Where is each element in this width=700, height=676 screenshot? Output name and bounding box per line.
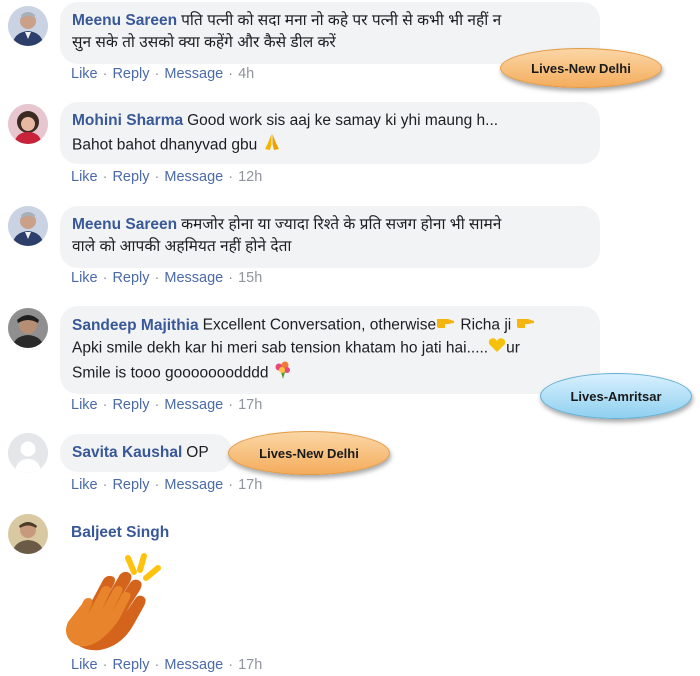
comment-text: वाले को आपकी अहमियत नहीं होने देता <box>72 238 292 255</box>
comment-actions: Like · Reply · Message · 17h <box>71 477 263 493</box>
folded-hands-emoji <box>262 132 282 159</box>
like-link[interactable]: Like <box>71 477 98 493</box>
avatar[interactable] <box>8 308 48 348</box>
avatar[interactable] <box>8 104 48 144</box>
comment-author[interactable]: Mohini Sharma <box>72 112 183 129</box>
like-link[interactable]: Like <box>71 169 98 185</box>
avatar[interactable] <box>8 6 48 46</box>
message-link[interactable]: Message <box>164 66 223 82</box>
like-link[interactable]: Like <box>71 657 98 673</box>
reply-link[interactable]: Reply <box>112 657 149 673</box>
comment-actions: Like · Reply · Message · 15h <box>71 270 263 286</box>
reply-link[interactable]: Reply <box>112 66 149 82</box>
message-link[interactable]: Message <box>164 477 223 493</box>
comment-text: Good work sis aaj ke samay ki yhi maung … <box>187 112 499 129</box>
like-link[interactable]: Like <box>71 270 98 286</box>
comment-text: Smile is tooo gooooooodddd <box>72 364 269 382</box>
comment-author[interactable]: Baljeet Singh <box>71 524 169 542</box>
message-link[interactable]: Message <box>164 657 223 673</box>
comment-bubble: Sandeep Majithia Excellent Conversation, … <box>60 306 600 394</box>
reply-link[interactable]: Reply <box>112 270 149 286</box>
comment-text: सुन सके तो उसको क्या कहेंगे और कैसे डील … <box>72 34 336 51</box>
message-link[interactable]: Message <box>164 397 223 413</box>
comment-time[interactable]: 4h <box>238 66 254 82</box>
location-callout: Lives-New Delhi <box>228 431 390 475</box>
comment-text: Apki smile dekh kar hi meri sab tension … <box>72 339 489 357</box>
comment-time[interactable]: 17h <box>238 477 262 493</box>
comment-text: कमजोर होना या ज्यादा रिश्ते के प्रति सजग… <box>181 216 502 233</box>
comment-text: Bahot bahot dhanyvad gbu <box>72 136 258 154</box>
comment-actions: Like · Reply · Message · 4h <box>71 66 255 82</box>
comment-text: ur <box>506 339 520 357</box>
message-link[interactable]: Message <box>164 169 223 185</box>
location-callout: Lives-New Delhi <box>500 48 662 88</box>
comment-author[interactable]: Meenu Sareen <box>72 12 177 29</box>
comment-actions: Like · Reply · Message · 17h <box>71 657 263 673</box>
avatar[interactable] <box>8 433 48 473</box>
comment-text: Richa ji <box>456 316 512 334</box>
pointing-right-emoji <box>436 314 456 337</box>
reply-link[interactable]: Reply <box>112 477 149 493</box>
comment-bubble: Mohini Sharma Good work sis aaj ke samay … <box>60 102 600 164</box>
comment-actions: Like · Reply · Message · 12h <box>71 169 263 185</box>
message-link[interactable]: Message <box>164 270 223 286</box>
reply-link[interactable]: Reply <box>112 169 149 185</box>
comment-author[interactable]: Meenu Sareen <box>72 216 177 233</box>
like-link[interactable]: Like <box>71 397 98 413</box>
comment-text: Excellent Conversation, otherwise <box>202 316 437 334</box>
clapping-hands-emoji <box>60 552 170 657</box>
comment-text: OP <box>186 444 209 461</box>
comment-text: पति पत्नी को सदा मना नो कहे पर पत्नी से … <box>181 12 502 29</box>
comment-bubble: Meenu Sareen कमजोर होना या ज्यादा रिश्ते … <box>60 206 600 268</box>
comment-time[interactable]: 12h <box>238 169 262 185</box>
yellow-heart-emoji <box>488 337 506 360</box>
comment-time[interactable]: 15h <box>238 270 262 286</box>
comment-bubble: Savita Kaushal OP <box>60 434 232 472</box>
reply-link[interactable]: Reply <box>112 397 149 413</box>
bouquet-emoji <box>273 360 293 387</box>
comment-author[interactable]: Savita Kaushal <box>72 444 182 461</box>
comment-time[interactable]: 17h <box>238 397 262 413</box>
like-link[interactable]: Like <box>71 66 98 82</box>
comment-time[interactable]: 17h <box>238 657 262 673</box>
comment-actions: Like · Reply · Message · 17h <box>71 397 263 413</box>
avatar[interactable] <box>8 514 48 554</box>
avatar[interactable] <box>8 206 48 246</box>
pointing-right-emoji <box>516 314 536 337</box>
location-callout: Lives-Amritsar <box>540 373 692 419</box>
comment-author[interactable]: Sandeep Majithia <box>72 317 199 334</box>
